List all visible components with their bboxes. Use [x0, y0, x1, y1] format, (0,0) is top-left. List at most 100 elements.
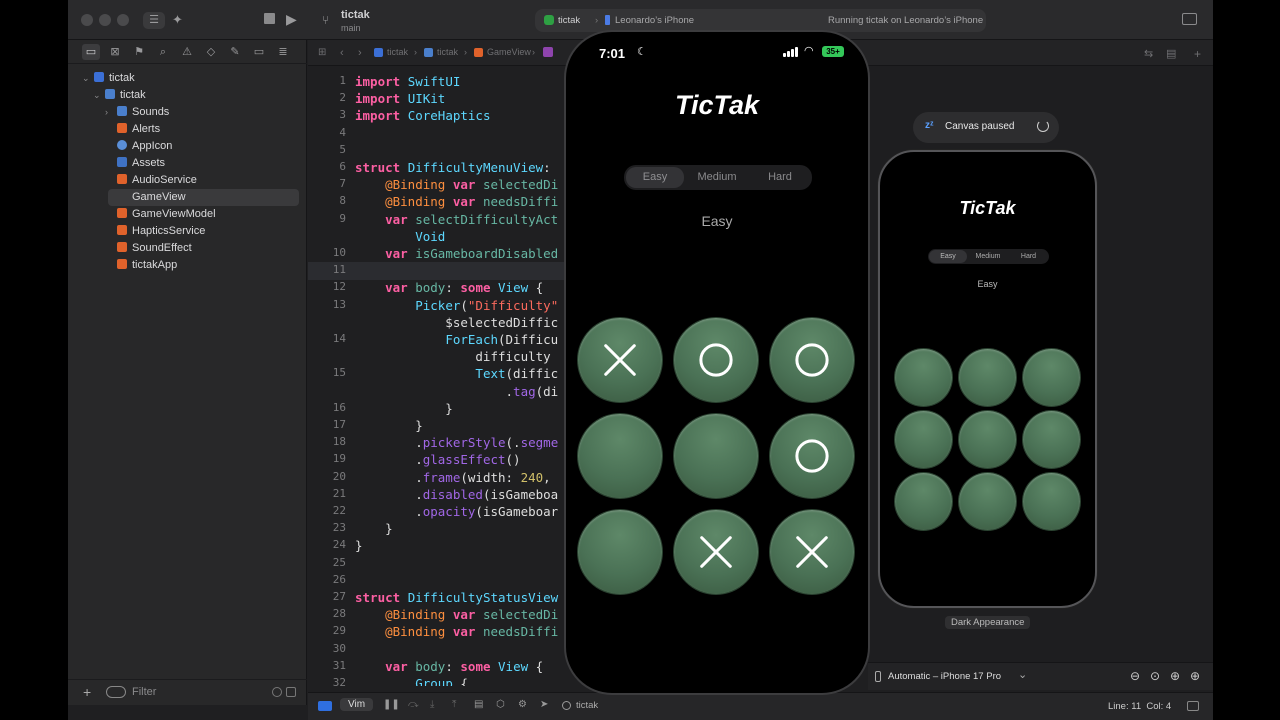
code-line[interactable]: Group { [355, 676, 468, 686]
code-line[interactable]: @Binding var selectedDi [355, 177, 558, 192]
search-icon[interactable]: ⌕ [154, 44, 172, 60]
add-icon[interactable]: + [83, 685, 91, 699]
appearance-label[interactable]: Dark Appearance [945, 616, 1031, 629]
board-cell[interactable] [674, 318, 758, 402]
step-in-icon[interactable]: ⤓ [430, 699, 434, 710]
code-line[interactable]: .glassEffect() [355, 452, 520, 467]
board-cell[interactable] [770, 318, 854, 402]
zoom-out-icon[interactable]: ⊖ [1130, 669, 1140, 683]
destination-selector[interactable]: Leonardo’s iPhone [615, 15, 694, 26]
code-line[interactable]: .tag(di [355, 384, 559, 399]
board-cell[interactable] [770, 414, 854, 498]
location-icon[interactable]: ➤ [540, 699, 548, 710]
debug-icon[interactable]: ✎ [226, 44, 244, 60]
zoom-fit-icon[interactable]: ⊙ [1150, 669, 1160, 683]
environment-icon[interactable]: ⚙ [518, 699, 527, 710]
filter-icon[interactable] [106, 686, 126, 698]
board-cell[interactable] [578, 318, 662, 402]
source-control-icon[interactable]: ⊠ [106, 44, 124, 60]
bookmark-icon[interactable]: ⚑ [130, 44, 148, 60]
back-icon[interactable]: ‹ [340, 47, 344, 59]
tree-root[interactable]: ⌄ tictak [82, 70, 321, 87]
preview-segment-hard[interactable]: Hard [1009, 250, 1048, 263]
breakpoint-icon[interactable]: ▭ [250, 44, 268, 60]
run-icon[interactable]: ▶ [286, 11, 297, 27]
pause-icon[interactable]: ❚❚ [383, 699, 400, 710]
related-items-icon[interactable]: ⇆ [1144, 47, 1153, 60]
tree-item-gameview[interactable]: GameView [108, 189, 299, 206]
board-cell[interactable] [578, 414, 662, 498]
code-line[interactable]: struct DifficultyStatusView [355, 590, 558, 605]
step-out-icon[interactable]: ⤒ [452, 699, 456, 710]
grid-icon[interactable]: ⊞ [318, 47, 326, 58]
zoom-in-icon[interactable]: ⊕ [1190, 669, 1200, 683]
memory-graph-icon[interactable]: ⬡ [496, 699, 505, 710]
code-line[interactable]: Text(diffic [355, 366, 558, 381]
code-line[interactable]: @Binding var selectedDi [355, 607, 558, 622]
code-line[interactable]: var body: some View { [355, 659, 543, 674]
debug-area-toggle-icon[interactable] [318, 701, 332, 711]
scheme-selector[interactable]: tictak [558, 15, 580, 26]
folder-icon[interactable]: ▭ [82, 44, 100, 60]
code-line[interactable]: import CoreHaptics [355, 108, 490, 123]
test-icon[interactable]: ◇ [202, 44, 220, 60]
preview-segment-medium[interactable]: Medium [968, 250, 1008, 263]
code-line[interactable]: } [355, 418, 423, 433]
editor-options-icon[interactable]: ▤ [1166, 47, 1176, 60]
breadcrumb-file[interactable]: GameView [487, 47, 531, 57]
code-line[interactable]: Void [355, 229, 445, 244]
segment-medium[interactable]: Medium [686, 167, 748, 188]
code-line[interactable]: .pickerStyle(.segme [355, 435, 558, 450]
code-line[interactable]: $selectedDiffic [355, 315, 558, 330]
view-debugger-icon[interactable]: ▤ [474, 699, 483, 710]
zoom-window-button[interactable] [117, 14, 129, 26]
code-line[interactable]: ForEach(Difficu [355, 332, 558, 347]
code-line[interactable]: @Binding var needsDiffi [355, 624, 558, 639]
code-line[interactable]: difficulty [355, 349, 550, 364]
refresh-icon[interactable] [1037, 120, 1049, 132]
code-line[interactable]: var body: some View { [355, 280, 543, 295]
tree-group[interactable]: ⌄ tictak [93, 87, 332, 104]
sparkle-icon[interactable]: ✦ [172, 12, 183, 28]
vim-mode-badge[interactable]: Vim [340, 698, 374, 711]
code-line[interactable]: } [355, 538, 363, 553]
code-line[interactable]: @Binding var needsDiffi [355, 194, 558, 209]
code-line[interactable]: struct DifficultyMenuView: [355, 160, 551, 175]
breadcrumb-project[interactable]: tictak [387, 47, 408, 57]
inspector-toggle-icon[interactable] [1187, 701, 1199, 711]
report-icon[interactable]: ≣ [274, 44, 292, 60]
navigator-toggle-icon[interactable]: ☰ [143, 12, 165, 29]
segment-hard[interactable]: Hard [750, 167, 810, 188]
code-line[interactable]: } [355, 521, 393, 536]
preview-segment-easy[interactable]: Easy [929, 250, 967, 263]
breadcrumb-group[interactable]: tictak [437, 47, 458, 57]
process-target[interactable]: tictak [576, 700, 598, 711]
code-line[interactable]: var selectDifficultyAct [355, 212, 558, 227]
code-line[interactable]: .frame(width: 240, [355, 470, 551, 485]
filter-input[interactable]: Filter [132, 686, 156, 698]
zoom-actual-icon[interactable]: ⊕ [1170, 669, 1180, 683]
canvas-paused-badge[interactable]: zᶻ Canvas paused [913, 112, 1059, 143]
stop-icon[interactable] [264, 13, 275, 24]
board-cell[interactable] [578, 510, 662, 594]
board-cell[interactable] [674, 510, 758, 594]
device-selector[interactable]: Automatic – iPhone 17 Pro [888, 671, 1001, 682]
code-line[interactable]: import UIKit [355, 91, 445, 106]
add-editor-icon[interactable]: + [1194, 47, 1201, 61]
code-line[interactable]: import SwiftUI [355, 74, 460, 89]
difficulty-picker[interactable]: Easy Medium Hard [624, 165, 812, 190]
scm-filter-icon[interactable] [286, 687, 296, 697]
code-line[interactable]: Picker("Difficulty" [355, 298, 558, 313]
preview-difficulty-picker[interactable]: Easy Medium Hard [928, 249, 1049, 264]
board-cell[interactable] [674, 414, 758, 498]
code-line[interactable]: .disabled(isGameboa [355, 487, 558, 502]
code-line[interactable]: } [355, 401, 453, 416]
minimize-window-button[interactable] [99, 14, 111, 26]
code-line[interactable]: var isGameboardDisabled [355, 246, 558, 261]
recent-files-icon[interactable] [272, 687, 282, 697]
close-window-button[interactable] [81, 14, 93, 26]
board-cell[interactable] [770, 510, 854, 594]
step-over-icon[interactable]: ⤼ [408, 699, 419, 710]
forward-icon[interactable]: › [358, 47, 362, 59]
code-line[interactable]: .opacity(isGameboar [355, 504, 558, 519]
